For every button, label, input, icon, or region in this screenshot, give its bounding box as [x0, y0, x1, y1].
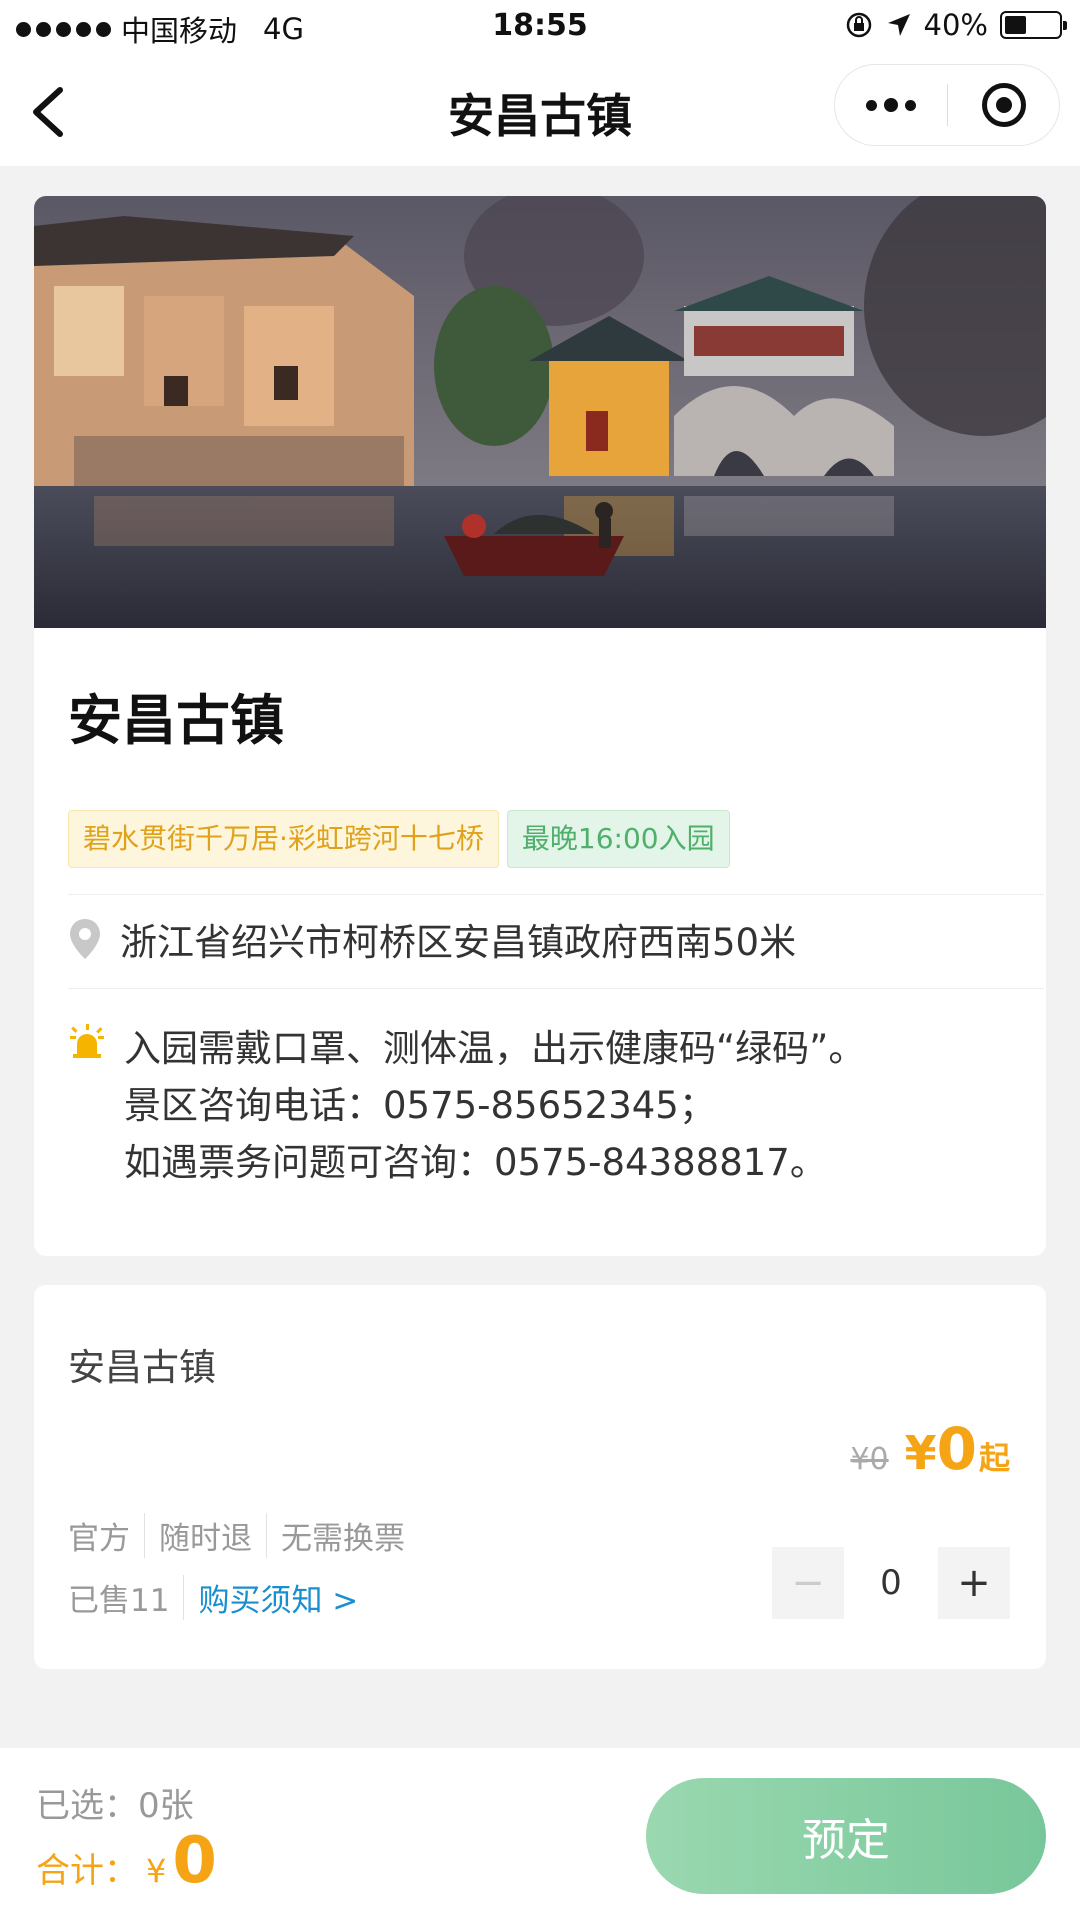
decrease-button[interactable]: −: [772, 1547, 844, 1619]
alarm-light-icon: [70, 1024, 104, 1058]
book-button[interactable]: 预定: [646, 1778, 1046, 1894]
ticket-price: ¥0 ¥ 0 起: [850, 1415, 1010, 1483]
total-label: 合计：: [36, 1851, 138, 1891]
tag-slogan: 碧水贯街千万居·彩虹跨河十七桥: [68, 810, 499, 868]
more-button[interactable]: [835, 65, 947, 145]
divider: [68, 894, 1044, 895]
total-value: 0: [172, 1824, 217, 1898]
current-price: 0: [936, 1415, 977, 1483]
battery-icon: [1000, 11, 1067, 39]
spot-title: 安昌古镇: [68, 689, 284, 752]
ticket-name: 安昌古镇: [68, 1346, 216, 1389]
status-bar: 中国移动 4G 18:55 40%: [0, 0, 1080, 56]
quantity-stepper: − 0 +: [772, 1547, 1010, 1619]
ticket-features: 官方 随时退 无需换票: [68, 1513, 433, 1558]
divider: [68, 988, 1044, 989]
price-suffix: 起: [979, 1441, 1010, 1477]
mini-program-capsule: [834, 64, 1060, 146]
feature-official: 官方: [68, 1513, 145, 1558]
tag-entry-time: 最晚16:00入园: [506, 810, 730, 868]
notice-line-ticket: 如遇票务问题可咨询：0575-84388817。: [124, 1141, 827, 1184]
notice-text: 入园需戴口罩、测体温，出示健康码“绿码”。 景区咨询电话：0575-856523…: [124, 1020, 865, 1191]
spot-tags: 碧水贯街千万居·彩虹跨河十七桥 最晚16:00入园: [68, 810, 730, 868]
close-mini-program-button[interactable]: [948, 65, 1059, 145]
sold-row: 已售11 购买须知 >: [68, 1575, 358, 1620]
nav-bar: 安昌古镇: [0, 56, 1080, 166]
total-price: 合计： ¥ 0: [36, 1824, 217, 1898]
increase-button[interactable]: +: [938, 1547, 1010, 1619]
notice-block: 入园需戴口罩、测体温，出示健康码“绿码”。 景区咨询电话：0575-856523…: [68, 1020, 865, 1191]
purchase-notice-link[interactable]: 购买须知 >: [198, 1575, 358, 1620]
notice-line-mask: 入园需戴口罩、测体温，出示健康码“绿码”。: [124, 1027, 866, 1070]
location-pin-icon: [70, 919, 100, 959]
selected-count: 已选：0张: [36, 1786, 194, 1826]
target-icon: [981, 83, 1026, 127]
price-currency: ¥: [904, 1426, 937, 1480]
location-arrow-icon: [887, 14, 910, 36]
sold-count: 已售11: [68, 1575, 185, 1620]
hero-image: [34, 196, 1046, 628]
feature-refund: 随时退: [159, 1513, 267, 1558]
spot-info-card: 安昌古镇 碧水贯街千万居·彩虹跨河十七桥 最晚16:00入园 浙江省绍兴市柯桥区…: [34, 196, 1046, 1256]
address-row[interactable]: 浙江省绍兴市柯桥区安昌镇政府西南50米: [68, 912, 796, 966]
address-text: 浙江省绍兴市柯桥区安昌镇政府西南50米: [120, 921, 797, 964]
original-price: ¥0: [850, 1442, 889, 1477]
ticket-card: 安昌古镇 ¥0 ¥ 0 起 官方 随时退 无需换票 已售11 购买须知 > − …: [34, 1285, 1046, 1669]
notice-line-consult: 景区咨询电话：0575-85652345；: [124, 1084, 716, 1127]
quantity-value: 0: [880, 1563, 902, 1603]
battery-percent: 40%: [923, 8, 988, 42]
total-currency: ¥: [146, 1852, 167, 1890]
feature-no-exchange: 无需换票: [281, 1521, 405, 1557]
bottom-bar: 已选：0张 合计： ¥ 0 预定: [0, 1748, 1080, 1920]
more-dots-icon: [866, 99, 877, 111]
rotation-lock-icon: [846, 12, 871, 38]
status-right: 40%: [844, 8, 1067, 42]
